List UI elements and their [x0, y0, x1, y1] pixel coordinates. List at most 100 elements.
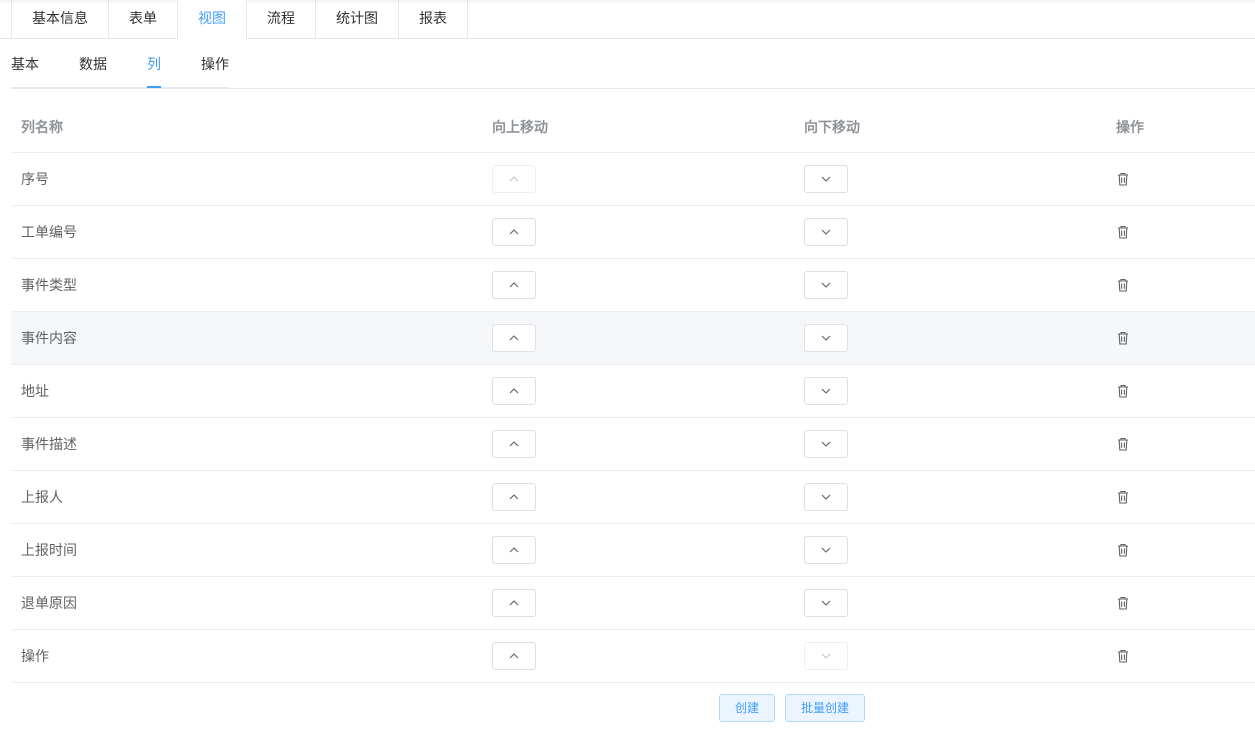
create-button[interactable]: 创建 [719, 694, 775, 722]
top-tab-1[interactable]: 表单 [109, 0, 178, 39]
column-name-cell: 事件内容 [21, 331, 77, 347]
move-down-button[interactable] [804, 324, 848, 352]
column-name-cell: 序号 [21, 172, 49, 188]
column-name-cell: 上报时间 [21, 543, 77, 559]
move-down-button[interactable] [804, 271, 848, 299]
move-up-button[interactable] [492, 324, 536, 352]
move-down-cell [794, 536, 1106, 564]
move-down-button[interactable] [804, 430, 848, 458]
table-row: 序号 [11, 153, 1255, 206]
header-move-down: 向下移动 [804, 119, 860, 136]
delete-button[interactable] [1116, 436, 1130, 452]
move-down-button[interactable] [804, 218, 848, 246]
table-row: 地址 [11, 365, 1255, 418]
table-row: 工单编号 [11, 206, 1255, 259]
chevron-down-icon [821, 282, 831, 288]
move-up-button[interactable] [492, 377, 536, 405]
move-up-button[interactable] [492, 218, 536, 246]
sub-tab-2[interactable]: 列 [147, 39, 161, 87]
move-down-cell [794, 165, 1106, 193]
chevron-up-icon [509, 441, 519, 447]
move-up-button[interactable] [492, 430, 536, 458]
top-tab-5[interactable]: 报表 [399, 0, 468, 39]
table-row: 上报人 [11, 471, 1255, 524]
move-down-button[interactable] [804, 165, 848, 193]
trash-icon [1117, 596, 1129, 610]
chevron-down-icon [821, 176, 831, 182]
column-name-cell: 事件描述 [21, 437, 77, 453]
move-down-button[interactable] [804, 642, 848, 670]
active-sub-tab-indicator [147, 86, 161, 88]
column-name-cell: 操作 [21, 649, 49, 665]
move-up-button[interactable] [492, 589, 536, 617]
move-down-cell [794, 271, 1106, 299]
batch-create-button[interactable]: 批量创建 [785, 694, 865, 722]
top-tab-2[interactable]: 视图 [178, 0, 247, 39]
move-up-button[interactable] [492, 483, 536, 511]
sub-tab-3[interactable]: 操作 [201, 39, 229, 87]
table-row: 事件内容 [11, 312, 1255, 365]
table-body: 序号 工单编号 事件类型 事件内容 地址 事件描述 上报人 上报时间 退单原因 操作 [11, 153, 1255, 683]
delete-button[interactable] [1116, 277, 1130, 293]
move-up-cell [482, 324, 794, 352]
chevron-down-icon [821, 441, 831, 447]
move-up-cell [482, 165, 794, 193]
actions-cell [1106, 224, 1255, 240]
move-down-cell [794, 324, 1106, 352]
trash-icon [1117, 543, 1129, 557]
move-down-button[interactable] [804, 377, 848, 405]
move-down-cell [794, 483, 1106, 511]
sub-tab-1[interactable]: 数据 [79, 39, 107, 87]
move-up-cell [482, 589, 794, 617]
top-tab-4[interactable]: 统计图 [316, 0, 399, 39]
move-down-cell [794, 430, 1106, 458]
sub-tab-list: 基本 数据列操作 [11, 39, 229, 89]
column-name-cell: 工单编号 [21, 225, 77, 241]
move-down-button[interactable] [804, 483, 848, 511]
move-up-button[interactable] [492, 642, 536, 670]
actions-cell [1106, 489, 1255, 505]
move-down-cell [794, 218, 1106, 246]
chevron-down-icon [821, 547, 831, 553]
move-down-button[interactable] [804, 536, 848, 564]
move-up-cell [482, 271, 794, 299]
actions-cell [1106, 542, 1255, 558]
sub-tab-bar: 基本 数据列操作 [11, 39, 1255, 89]
actions-cell [1106, 383, 1255, 399]
header-move-up: 向上移动 [492, 119, 548, 136]
top-tab-3[interactable]: 流程 [247, 0, 316, 39]
move-up-button[interactable] [492, 165, 536, 193]
move-down-button[interactable] [804, 589, 848, 617]
delete-button[interactable] [1116, 171, 1130, 187]
actions-cell [1106, 595, 1255, 611]
delete-button[interactable] [1116, 595, 1130, 611]
actions-cell [1106, 648, 1255, 664]
move-up-button[interactable] [492, 271, 536, 299]
chevron-up-icon [509, 600, 519, 606]
columns-table: 列名称 向上移动 向下移动 操作 序号 工单编号 事件类型 事件内容 地址 事件描述 上报人… [11, 101, 1255, 683]
actions-cell [1106, 330, 1255, 346]
trash-icon [1117, 278, 1129, 292]
column-name-cell: 事件类型 [21, 278, 77, 294]
sub-tab-0[interactable]: 基本 [11, 39, 39, 87]
trash-icon [1117, 437, 1129, 451]
delete-button[interactable] [1116, 330, 1130, 346]
table-row: 事件描述 [11, 418, 1255, 471]
move-up-button[interactable] [492, 536, 536, 564]
delete-button[interactable] [1116, 489, 1130, 505]
delete-button[interactable] [1116, 542, 1130, 558]
trash-icon [1117, 649, 1129, 663]
trash-icon [1117, 331, 1129, 345]
trash-icon [1117, 225, 1129, 239]
delete-button[interactable] [1116, 648, 1130, 664]
bottom-action-bar: 创建 批量创建 [0, 694, 1255, 722]
actions-cell [1106, 171, 1255, 187]
delete-button[interactable] [1116, 383, 1130, 399]
chevron-up-icon [509, 388, 519, 394]
actions-cell [1106, 277, 1255, 293]
move-up-cell [482, 430, 794, 458]
move-up-cell [482, 642, 794, 670]
top-tab-0[interactable]: 基本信息 [12, 0, 109, 39]
delete-button[interactable] [1116, 224, 1130, 240]
chevron-up-icon [509, 494, 519, 500]
